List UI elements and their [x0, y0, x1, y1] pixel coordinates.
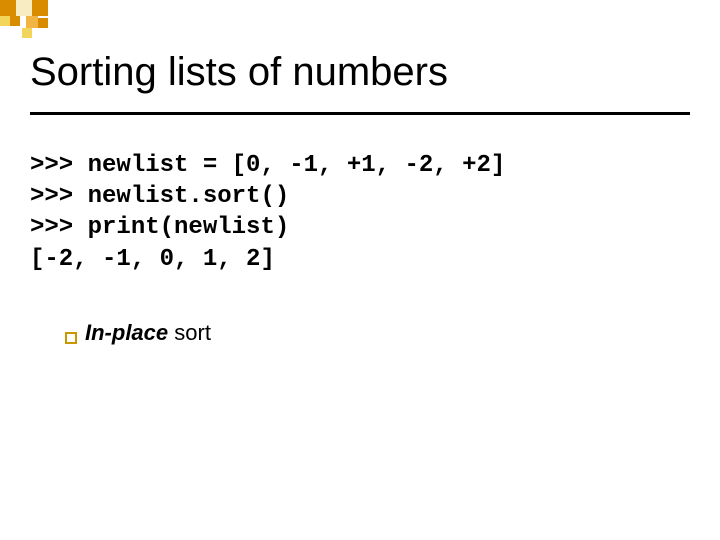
- code-line: >>> newlist.sort(): [30, 183, 289, 210]
- slide-title: Sorting lists of numbers: [30, 50, 448, 95]
- slide: Sorting lists of numbers >>> newlist = […: [0, 0, 720, 540]
- code-line: [-2, -1, 0, 1, 2]: [30, 246, 275, 273]
- code-block: >>> newlist = [0, -1, +1, -2, +2] >>> ne…: [30, 150, 505, 275]
- bullet-rest: sort: [168, 320, 211, 345]
- bullet-list: In-place sort: [65, 320, 211, 346]
- bullet-square-icon: [65, 332, 77, 344]
- code-line: >>> newlist = [0, -1, +1, -2, +2]: [30, 152, 505, 179]
- bullet-text: In-place sort: [85, 320, 211, 346]
- bullet-strong: In-place: [85, 320, 168, 345]
- code-line: >>> print(newlist): [30, 214, 289, 241]
- title-underline: [30, 112, 690, 115]
- bullet-item: In-place sort: [65, 320, 211, 346]
